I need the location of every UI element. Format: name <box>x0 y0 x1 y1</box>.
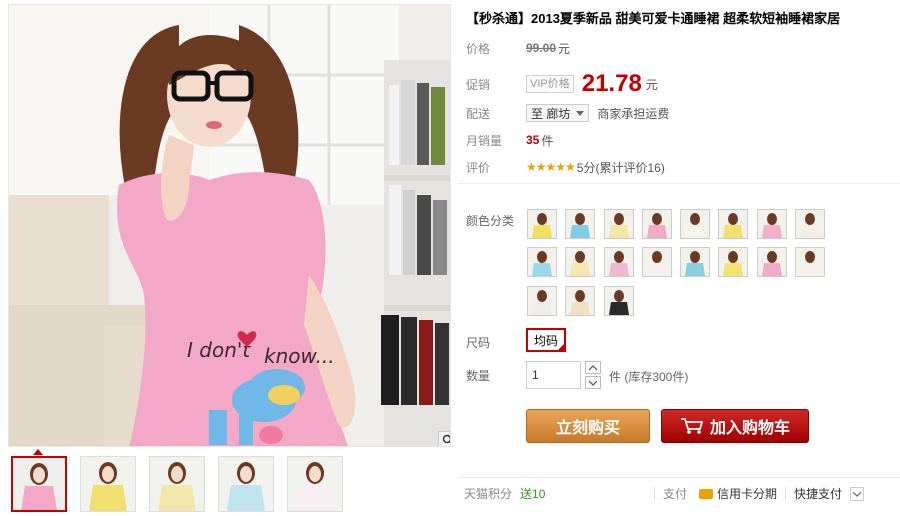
rating-text[interactable]: 5分(累计评价16) <box>577 159 665 176</box>
shipping-destination-text: 至 廊坊 <box>531 106 571 121</box>
color-swatch[interactable] <box>604 247 634 277</box>
promo-unit: 元 <box>645 77 658 92</box>
color-swatch[interactable] <box>757 247 787 277</box>
color-swatch[interactable] <box>642 209 672 239</box>
product-photo: I don't know... <box>9 5 450 446</box>
color-swatch[interactable] <box>604 209 634 239</box>
rating-row: 评价 ★★★★★ 5分(累计评价16) <box>466 157 665 177</box>
credit-card-label: 信用卡分期 <box>716 487 777 501</box>
quantity-decrease-button[interactable] <box>585 376 601 389</box>
quantity-input[interactable] <box>526 361 581 389</box>
price-row: 价格 99.00 元 <box>466 38 570 58</box>
chevron-down-icon <box>576 110 585 116</box>
selected-check-icon <box>557 343 565 351</box>
original-price: 99.00 <box>526 41 557 55</box>
color-swatch[interactable] <box>718 209 748 239</box>
chevron-down-icon <box>589 380 597 386</box>
rating-label: 评价 <box>466 160 491 175</box>
divider <box>653 486 655 501</box>
vip-price-tag[interactable]: VIP价格 <box>526 75 574 93</box>
credit-card-icon <box>698 488 713 499</box>
product-title: 【秒杀通】2013夏季新品 甜美可爱卡通睡裙 超柔软短袖睡裙家居 <box>466 11 841 26</box>
color-swatch[interactable] <box>680 209 710 239</box>
thumbnail-3[interactable] <box>149 456 205 512</box>
points-value: 送10 <box>520 487 546 501</box>
promo-row: 促销 VIP价格 21.78 元 <box>466 70 658 97</box>
thumbnail-2[interactable] <box>80 456 136 512</box>
color-swatch[interactable] <box>527 209 557 239</box>
size-option-selected[interactable]: 均码 <box>526 328 566 352</box>
buy-now-button[interactable]: 立刻购买 <box>526 409 650 443</box>
sales-unit: 件 <box>541 133 554 148</box>
color-swatch[interactable] <box>565 286 595 316</box>
shipping-note: 商家承担运费 <box>597 106 670 121</box>
thumbnail-5[interactable] <box>287 456 343 512</box>
color-swatch[interactable] <box>604 286 634 316</box>
zoom-icon[interactable] <box>438 431 450 446</box>
color-swatch[interactable] <box>718 247 748 277</box>
payment-dropdown[interactable] <box>850 486 864 501</box>
color-swatch[interactable] <box>642 247 672 277</box>
bottom-bar: 天猫积分 送10 支付 信用卡分期 快捷支付 <box>458 477 900 509</box>
thumbnail-pointer <box>33 449 43 455</box>
points-label: 天猫积分 <box>464 487 513 501</box>
divider <box>784 486 786 501</box>
color-label: 颜色分类 <box>466 214 515 228</box>
size-label: 尺码 <box>466 336 491 350</box>
color-swatch[interactable] <box>565 247 595 277</box>
shipping-destination-select[interactable]: 至 廊坊 <box>526 104 590 122</box>
size-option-text: 均码 <box>533 333 558 348</box>
promo-price: 21.78 <box>581 70 642 97</box>
shipping-row: 配送 至 廊坊 商家承担运费 <box>466 103 669 123</box>
sales-row: 月销量 35 件 <box>466 130 553 150</box>
chevron-up-icon <box>589 364 597 370</box>
color-swatch[interactable] <box>527 286 557 316</box>
color-swatch[interactable] <box>565 209 595 239</box>
color-swatch[interactable] <box>795 209 825 239</box>
main-product-image[interactable]: I don't know... <box>8 4 451 447</box>
price-label: 价格 <box>466 41 491 56</box>
cart-icon <box>680 418 704 434</box>
shipping-label: 配送 <box>466 106 491 121</box>
chevron-down-icon <box>853 491 861 497</box>
promo-label: 促销 <box>466 77 491 92</box>
quantity-increase-button[interactable] <box>585 361 601 374</box>
svg-text:know...: know... <box>264 344 335 368</box>
star-rating-icon: ★★★★★ <box>526 160 576 174</box>
quantity-label: 数量 <box>466 369 491 383</box>
price-unit: 元 <box>558 41 571 56</box>
add-to-cart-label: 加入购物车 <box>709 420 790 437</box>
add-to-cart-button[interactable]: 加入购物车 <box>661 409 809 443</box>
thumbnail-4[interactable] <box>218 456 274 512</box>
pay-label: 支付 <box>662 487 687 501</box>
stock-note: 件 (库存300件) <box>609 370 689 384</box>
thumbnail-1[interactable] <box>11 456 67 512</box>
color-swatch[interactable] <box>680 247 710 277</box>
monthly-sales-count: 35 <box>526 133 540 147</box>
color-swatch[interactable] <box>757 209 787 239</box>
quick-pay-label[interactable]: 快捷支付 <box>794 485 842 502</box>
color-swatch[interactable] <box>527 247 557 277</box>
color-swatch[interactable] <box>795 247 825 277</box>
monthly-sales-label: 月销量 <box>466 133 503 148</box>
credit-card-installment[interactable]: 信用卡分期 <box>698 485 777 502</box>
